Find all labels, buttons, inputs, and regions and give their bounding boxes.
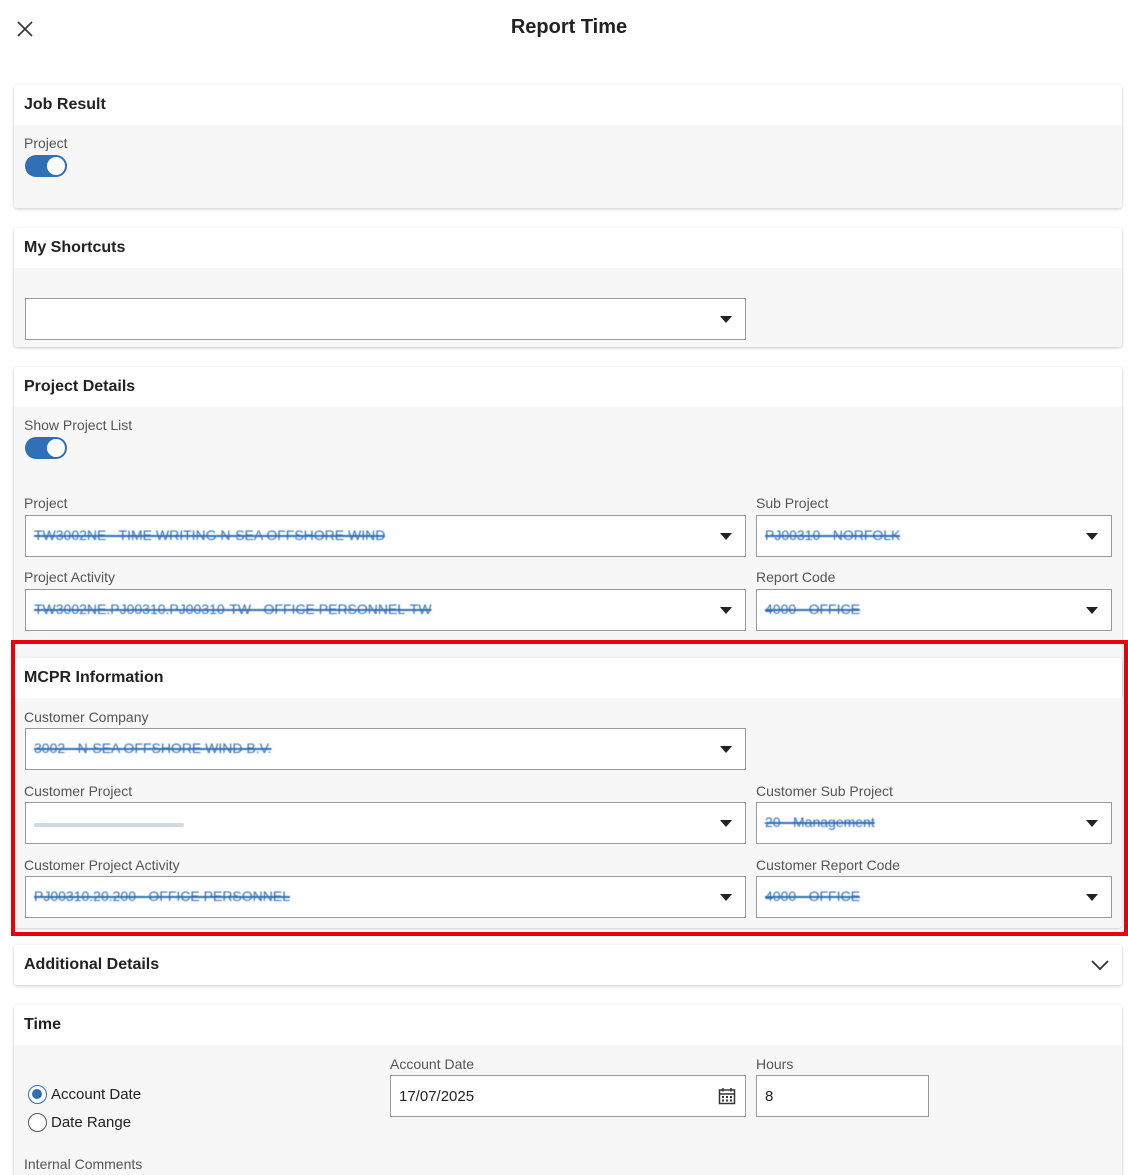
customer-project-label: Customer Project <box>24 783 133 799</box>
additional-details-card[interactable]: Additional Details <box>14 945 1122 985</box>
hours-value: 8 <box>765 1088 774 1105</box>
sub-project-select[interactable]: PJ00310 - NORFOLK <box>756 515 1112 557</box>
customer-activity-label: Customer Project Activity <box>24 857 180 873</box>
date-range-radio-label[interactable]: Date Range <box>51 1114 131 1131</box>
project-toggle[interactable] <box>25 155 67 177</box>
project-toggle-label: Project <box>24 135 68 151</box>
time-card: Time Account Date Date Range Account Dat… <box>14 1005 1122 1175</box>
internal-comments-label: Internal Comments <box>24 1156 143 1172</box>
chevron-down-icon[interactable] <box>720 820 732 827</box>
chevron-down-icon[interactable] <box>720 746 732 753</box>
hours-label: Hours <box>756 1056 794 1072</box>
sub-project-label: Sub Project <box>756 495 829 511</box>
shortcuts-select[interactable] <box>25 298 746 340</box>
report-code-value: 4000 - OFFICE <box>765 601 860 617</box>
report-code-label: Report Code <box>756 569 836 585</box>
customer-report-code-select[interactable]: 4000 - OFFICE <box>756 876 1112 918</box>
chevron-down-icon[interactable] <box>1086 533 1098 540</box>
page-title: Report Time <box>510 16 628 38</box>
chevron-down-icon[interactable] <box>1090 959 1110 971</box>
chevron-down-icon[interactable] <box>720 894 732 901</box>
chevron-down-icon[interactable] <box>720 607 732 614</box>
customer-activity-select[interactable]: PJ00310.20.200 - OFFICE PERSONNEL <box>25 876 746 918</box>
project-label: Project <box>24 495 68 511</box>
toggle-knob <box>47 157 65 175</box>
customer-company-select[interactable]: 3002 - N-SEA OFFSHORE WIND B.V. <box>25 728 746 770</box>
toggle-knob <box>47 439 65 457</box>
project-select[interactable]: TW3002NE - TIME WRITING N-SEA OFFSHORE W… <box>25 515 746 557</box>
chevron-down-icon[interactable] <box>1086 894 1098 901</box>
redacted-value <box>34 823 184 827</box>
show-project-list-label: Show Project List <box>24 417 133 433</box>
customer-activity-value: PJ00310.20.200 - OFFICE PERSONNEL <box>34 888 290 904</box>
customer-sub-project-select[interactable]: 20 - Management <box>756 802 1112 844</box>
customer-project-select[interactable] <box>25 802 746 844</box>
sub-project-value: PJ00310 - NORFOLK <box>765 527 901 543</box>
chevron-down-icon[interactable] <box>1086 820 1098 827</box>
account-date-label: Account Date <box>390 1056 475 1072</box>
customer-sub-project-value: 20 - Management <box>765 814 875 830</box>
account-date-value: 17/07/2025 <box>399 1088 475 1105</box>
customer-company-label: Customer Company <box>24 709 149 725</box>
job-result-card: Job Result Project <box>14 85 1122 208</box>
mcpr-title: MCPR Information <box>14 658 1122 698</box>
calendar-icon[interactable] <box>718 1087 736 1105</box>
customer-sub-project-label: Customer Sub Project <box>756 783 893 799</box>
chevron-down-icon[interactable] <box>720 533 732 540</box>
hours-input[interactable]: 8 <box>756 1075 929 1117</box>
date-range-radio[interactable] <box>28 1113 47 1132</box>
account-date-input[interactable]: 17/07/2025 <box>390 1075 746 1117</box>
report-code-select[interactable]: 4000 - OFFICE <box>756 589 1112 631</box>
customer-company-value: 3002 - N-SEA OFFSHORE WIND B.V. <box>34 740 272 756</box>
chevron-down-icon[interactable] <box>1086 607 1098 614</box>
account-date-radio-label[interactable]: Account Date <box>51 1086 141 1103</box>
customer-report-code-label: Customer Report Code <box>756 857 900 873</box>
customer-report-code-value: 4000 - OFFICE <box>765 888 860 904</box>
mcpr-card: MCPR Information Customer Company 3002 -… <box>14 658 1122 928</box>
project-details-card: Project Details Show Project List Projec… <box>14 367 1122 697</box>
chevron-down-icon[interactable] <box>720 316 732 323</box>
shortcuts-title: My Shortcuts <box>14 228 1122 268</box>
header: Report Time <box>0 0 1128 60</box>
job-result-title: Job Result <box>14 85 1122 125</box>
additional-details-title: Additional Details <box>24 956 160 973</box>
project-details-title: Project Details <box>14 367 1122 407</box>
additional-details-header[interactable]: Additional Details <box>14 945 1122 985</box>
project-value: TW3002NE - TIME WRITING N-SEA OFFSHORE W… <box>34 527 386 543</box>
project-activity-label: Project Activity <box>24 569 116 585</box>
shortcuts-card: My Shortcuts <box>14 228 1122 347</box>
project-activity-value: TW3002NE.PJ00310.PJ00310-TW - OFFICE PER… <box>34 601 432 617</box>
account-date-radio[interactable] <box>28 1085 47 1104</box>
project-activity-select[interactable]: TW3002NE.PJ00310.PJ00310-TW - OFFICE PER… <box>25 589 746 631</box>
show-project-list-toggle[interactable] <box>25 437 67 459</box>
time-title: Time <box>14 1005 1122 1045</box>
